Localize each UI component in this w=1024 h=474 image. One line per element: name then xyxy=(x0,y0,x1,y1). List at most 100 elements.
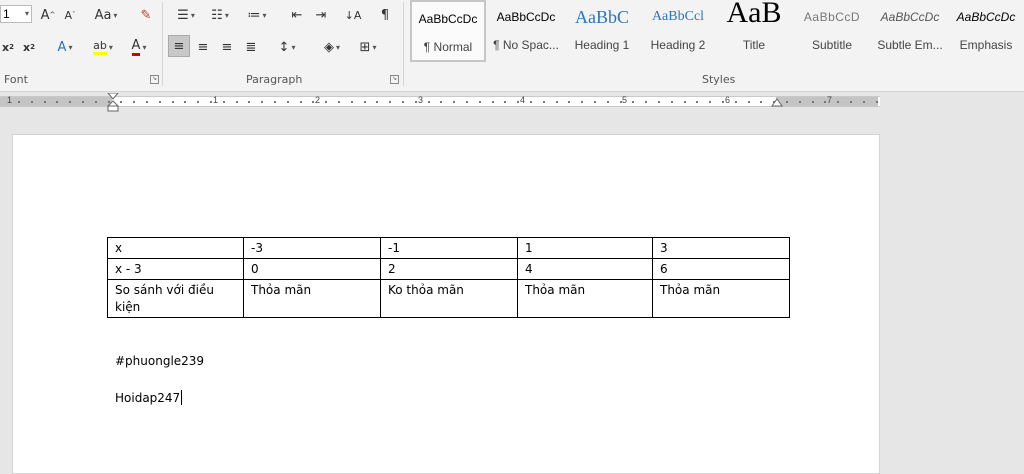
ruler-tick xyxy=(466,101,468,103)
ruler-tick xyxy=(696,101,698,103)
shrink-font-button[interactable]: Aˇ xyxy=(60,4,80,26)
style-emphasis[interactable]: AaBbCcDc Emphasis xyxy=(948,0,1024,62)
style-subtle-emphasis[interactable]: AaBbCcDc Subtle Em... xyxy=(872,0,948,62)
decrease-indent-button[interactable]: ⇤ xyxy=(286,4,308,26)
right-indent-marker-icon[interactable] xyxy=(771,98,783,108)
document-page[interactable]: x -3 -1 1 3 x - 3 0 2 4 6 So sánh với đi… xyxy=(12,134,880,474)
ruler-tick xyxy=(312,101,314,103)
ruler-number: 7 xyxy=(827,95,833,105)
ruler-tick xyxy=(812,101,814,103)
ruler-number: 1 xyxy=(213,95,219,105)
ruler-tick xyxy=(415,101,417,103)
font-color-button[interactable]: A ▾ xyxy=(124,36,154,58)
table-cell[interactable]: -3 xyxy=(243,237,381,259)
table-cell[interactable]: -1 xyxy=(380,237,518,259)
clear-formatting-icon[interactable]: ✎ xyxy=(134,4,158,26)
chevron-down-icon[interactable]: ▾ xyxy=(25,6,29,22)
style-heading-1[interactable]: AaBbC Heading 1 xyxy=(564,0,640,62)
paragraph[interactable]: #phuongle239 xyxy=(115,354,204,368)
line-spacing-button[interactable]: ↕ ▾ xyxy=(272,36,302,58)
table-cell[interactable]: So sánh với điều kiện xyxy=(107,279,244,318)
multilevel-list-button[interactable]: ≔ ▾ xyxy=(240,4,274,26)
increase-indent-button[interactable]: ⇥ xyxy=(310,4,332,26)
style-preview: AaB xyxy=(726,0,782,29)
table-cell[interactable]: x xyxy=(107,237,244,259)
group-separator xyxy=(403,2,404,86)
font-dialog-launcher-icon[interactable]: ↘ xyxy=(150,75,159,84)
ruler-tick xyxy=(197,101,199,103)
style-name: Heading 1 xyxy=(574,38,630,52)
ruler-tick xyxy=(543,101,545,103)
highlight-color-button[interactable]: ab ▾ xyxy=(86,36,120,58)
ruler-tick xyxy=(325,101,327,103)
subscript-button[interactable]: x2 xyxy=(0,36,16,58)
ruler-tick xyxy=(850,101,852,103)
style-preview: AaBbCcl xyxy=(651,9,705,24)
ruler-tick xyxy=(31,101,33,103)
ruler-tick xyxy=(453,101,455,103)
sort-button[interactable]: ↓A xyxy=(342,4,364,26)
style-no-spacing[interactable]: AaBbCcDc ¶ No Spac... xyxy=(488,0,564,62)
ruler-tick xyxy=(760,101,762,103)
font-size-value: 1 xyxy=(3,7,10,21)
table-cell[interactable]: Ko thỏa mãn xyxy=(380,279,518,318)
ruler-tick xyxy=(632,101,634,103)
font-size-input[interactable]: 1 ▾ xyxy=(0,5,32,23)
change-case-button[interactable]: Aa ▾ xyxy=(88,4,124,26)
table-cell[interactable]: 0 xyxy=(243,258,381,280)
align-center-button[interactable]: ≡ xyxy=(192,36,214,58)
table-cell[interactable]: Thỏa mãn xyxy=(243,279,381,318)
ruler-tick xyxy=(223,101,225,103)
font-group-label: Font xyxy=(4,73,28,86)
ruler-tick xyxy=(837,101,839,103)
ruler-number: 5 xyxy=(622,95,628,105)
document-table[interactable]: x -3 -1 1 3 x - 3 0 2 4 6 So sánh với đi… xyxy=(107,237,790,318)
ruler-tick xyxy=(82,101,84,103)
ruler-tick xyxy=(479,101,481,103)
styles-gallery: AaBbCcDc ¶ Normal AaBbCcDc ¶ No Spac... … xyxy=(408,0,1024,64)
ruler-tick xyxy=(402,101,404,103)
ruler-tick xyxy=(799,101,801,103)
show-formatting-button[interactable]: ¶ xyxy=(374,4,396,26)
ruler-tick xyxy=(287,101,289,103)
table-cell[interactable]: x - 3 xyxy=(107,258,244,280)
bullets-button[interactable]: ☰ ▾ xyxy=(170,4,202,26)
borders-button[interactable]: ⊞ ▾ xyxy=(352,36,384,58)
ruler-tick xyxy=(56,101,58,103)
ruler-tick xyxy=(735,101,737,103)
ruler-tick xyxy=(748,101,750,103)
ruler-tick xyxy=(184,101,186,103)
style-heading-2[interactable]: AaBbCcl Heading 2 xyxy=(640,0,716,62)
ruler-tick xyxy=(274,101,276,103)
table-cell[interactable]: 6 xyxy=(652,258,790,280)
table-cell[interactable]: 3 xyxy=(652,237,790,259)
align-right-button[interactable]: ≡ xyxy=(216,36,238,58)
style-subtitle[interactable]: AaBbCcD Subtitle xyxy=(794,0,870,62)
style-normal[interactable]: AaBbCcDc ¶ Normal xyxy=(410,0,486,62)
ruler-tick xyxy=(786,101,788,103)
paragraph-dialog-launcher-icon[interactable]: ↘ xyxy=(390,75,399,84)
ruler-tick xyxy=(607,101,609,103)
text-effects-button[interactable]: A ▾ xyxy=(52,36,78,58)
table-cell[interactable]: 1 xyxy=(517,237,653,259)
numbering-button[interactable]: ☷ ▾ xyxy=(204,4,236,26)
grow-font-button[interactable]: A ^ xyxy=(38,4,58,26)
ruler-tick xyxy=(620,101,622,103)
style-preview: AaBbCcDc xyxy=(496,10,556,24)
style-title[interactable]: AaB Title xyxy=(716,0,792,62)
ruler-tick xyxy=(876,101,878,103)
align-left-button[interactable]: ≡ xyxy=(168,35,190,57)
paragraph[interactable]: Hoidap247 xyxy=(115,390,183,405)
superscript-button[interactable]: x2 xyxy=(20,36,38,58)
ruler-tick xyxy=(684,101,686,103)
table-cell[interactable]: Thỏa mãn xyxy=(652,279,790,318)
horizontal-ruler[interactable]: 1 1 2 3 4 5 6 7 xyxy=(0,93,880,112)
table-cell[interactable]: 2 xyxy=(380,258,518,280)
table-cell[interactable]: Thỏa mãn xyxy=(517,279,653,318)
shading-button[interactable]: ◈ ▾ xyxy=(316,36,348,58)
indent-marker-icon[interactable] xyxy=(107,93,119,113)
ruler-tick xyxy=(581,101,583,103)
justify-button[interactable]: ≣ xyxy=(240,36,262,58)
table-cell[interactable]: 4 xyxy=(517,258,653,280)
style-name: ¶ Normal xyxy=(423,40,473,54)
